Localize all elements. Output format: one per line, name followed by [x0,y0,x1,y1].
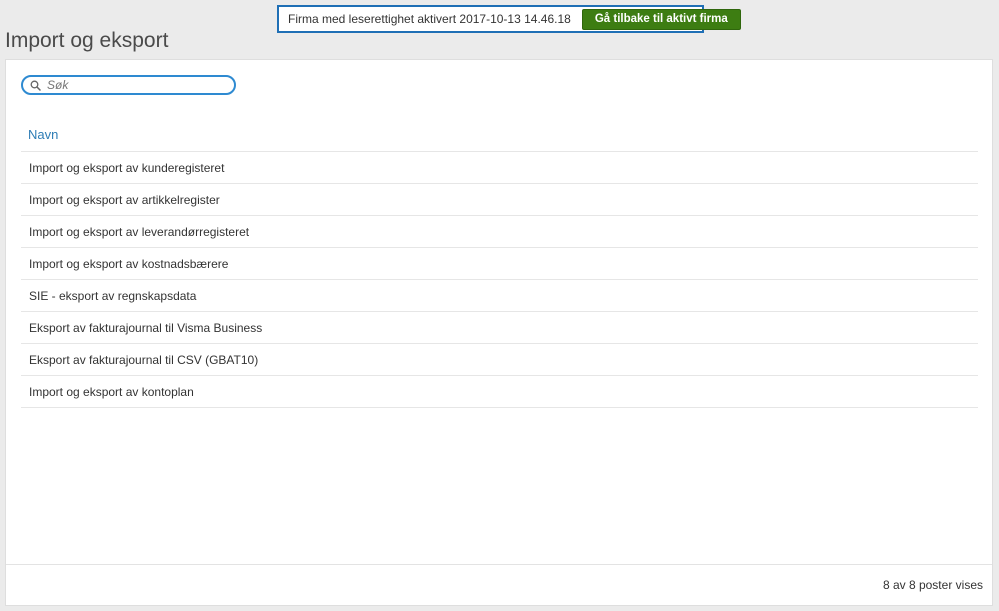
table-footer: 8 av 8 poster vises [6,564,992,605]
column-header-name[interactable]: Navn [28,127,58,142]
list-item[interactable]: Import og eksport av kostnadsbærere [21,247,978,279]
search-input[interactable] [47,78,207,92]
page-title: Import og eksport [5,29,169,53]
list-item[interactable]: Eksport av fakturajournal til Visma Busi… [21,311,978,343]
list-item[interactable]: Import og eksport av leverandørregistere… [21,215,978,247]
readonly-status-text: Firma med leserettighet aktivert 2017-10… [288,12,571,26]
search-icon [30,78,44,92]
search-box[interactable] [21,75,236,95]
list-item[interactable]: Import og eksport av kontoplan [21,375,978,408]
record-count: 8 av 8 poster vises [882,578,983,592]
list-item[interactable]: Import og eksport av artikkelregister [21,183,978,215]
import-export-list: Import og eksport av kunderegisteret Imp… [21,151,978,408]
readonly-banner: Firma med leserettighet aktivert 2017-10… [277,5,741,33]
list-item[interactable]: Eksport av fakturajournal til CSV (GBAT1… [21,343,978,375]
back-to-active-company-button[interactable]: Gå tilbake til aktivt firma [581,8,741,30]
list-item[interactable]: SIE - eksport av regnskapsdata [21,279,978,311]
main-panel: Navn Import og eksport av kunderegistere… [5,59,993,606]
list-item[interactable]: Import og eksport av kunderegisteret [21,151,978,183]
